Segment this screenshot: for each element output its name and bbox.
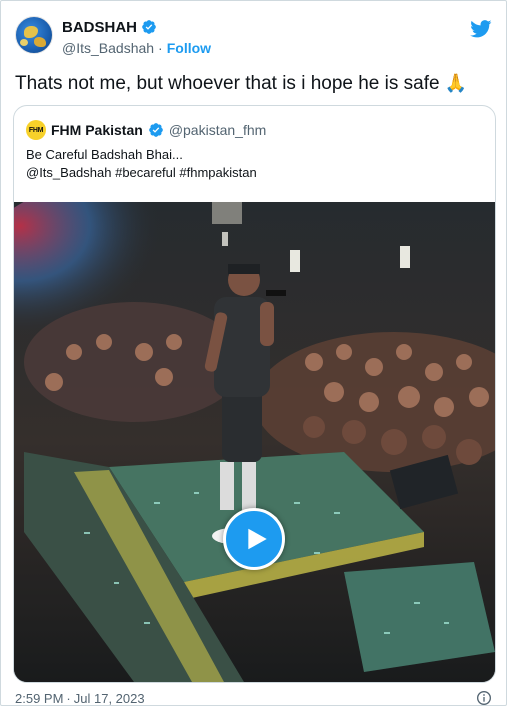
- verified-badge-icon: [142, 20, 156, 34]
- author-name[interactable]: BADSHAH: [62, 19, 137, 36]
- twitter-bird-icon[interactable]: [470, 20, 492, 38]
- fhm-logo: FHM: [26, 120, 46, 140]
- separator: ·: [158, 40, 163, 56]
- pray-emoji: 🙏: [444, 73, 468, 93]
- tweet-time: 2:59 PM: [15, 691, 64, 706]
- info-icon[interactable]: [476, 690, 492, 706]
- tweet-text: Thats not me, but whoever that is i hope…: [15, 71, 492, 96]
- play-icon: [247, 528, 267, 550]
- quoted-line-1: Be Careful Badshah Bhai...: [26, 147, 183, 162]
- separator: ·: [66, 691, 71, 706]
- avatar[interactable]: [15, 16, 53, 54]
- tweet-timestamp[interactable]: 2:59 PM · Jul 17, 2023: [15, 691, 145, 706]
- quoted-author-handle: @pakistan_fhm: [168, 122, 267, 138]
- quoted-tweet-text: Be Careful Badshah Bhai... @Its_Badshah …: [26, 146, 483, 182]
- quoted-author-name: FHM Pakistan: [51, 122, 143, 138]
- tweet-body: Thats not me, but whoever that is i hope…: [15, 73, 440, 94]
- video-player[interactable]: [14, 202, 495, 682]
- author-handle[interactable]: @Its_Badshah: [62, 40, 154, 56]
- author-info: BADSHAH @Its_Badshah · Follow: [62, 17, 211, 58]
- quoted-line-2: @Its_Badshah #becareful #fhmpakistan: [26, 165, 257, 180]
- tweet-date: Jul 17, 2023: [73, 691, 145, 706]
- play-button[interactable]: [223, 508, 285, 570]
- tweet-header: BADSHAH @Its_Badshah · Follow: [15, 16, 496, 60]
- tweet-card: BADSHAH @Its_Badshah · Follow Thats not me…: [0, 0, 507, 706]
- quoted-tweet[interactable]: FHM FHM Pakistan @pakistan_fhm Be Carefu…: [13, 105, 496, 683]
- verified-badge-icon: [148, 123, 163, 137]
- follow-button[interactable]: Follow: [167, 40, 211, 56]
- video-thumbnail: [14, 202, 495, 682]
